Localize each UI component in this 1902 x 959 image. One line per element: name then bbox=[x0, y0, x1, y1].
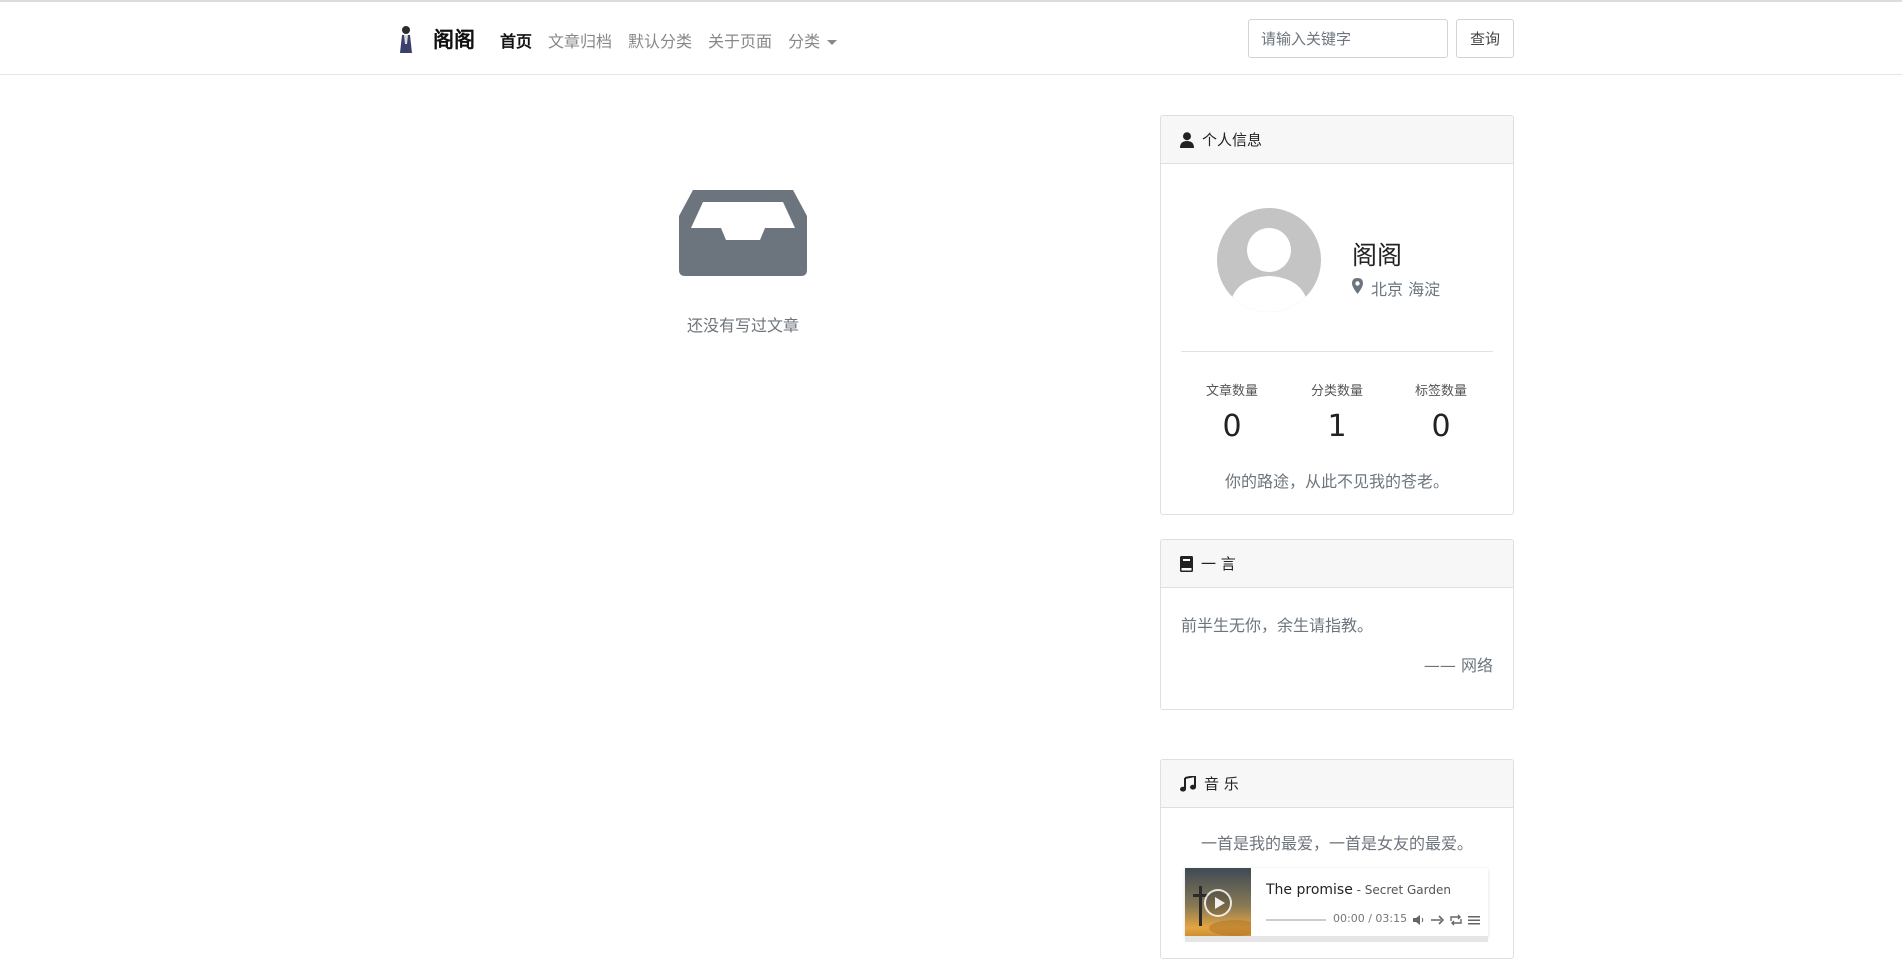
music-card-header: 音 乐 bbox=[1161, 760, 1513, 808]
playlist-icon[interactable] bbox=[1468, 914, 1480, 926]
user-icon bbox=[1180, 131, 1194, 148]
search-button[interactable]: 查询 bbox=[1456, 19, 1514, 58]
song-title: The promise bbox=[1266, 882, 1353, 898]
nav-item-home[interactable]: 首页 bbox=[500, 28, 532, 52]
album-cover bbox=[1185, 868, 1251, 938]
music-note-icon bbox=[1180, 775, 1196, 792]
stat-value: 0 bbox=[1431, 409, 1451, 444]
nav-item-categories-dropdown[interactable]: 分类 bbox=[788, 28, 838, 52]
profile-divider bbox=[1181, 351, 1493, 352]
empty-posts: 还没有写过文章 bbox=[630, 190, 856, 336]
player-playlist-edge bbox=[1185, 936, 1488, 942]
main-nav: 首页 文章归档 默认分类 关于页面 分类 bbox=[500, 28, 853, 52]
profile-card-header: 个人信息 bbox=[1161, 116, 1513, 164]
nav-item-about[interactable]: 关于页面 bbox=[708, 28, 772, 52]
nav-item-default-category[interactable]: 默认分类 bbox=[628, 28, 692, 52]
profile-motto: 你的路途，从此不见我的苍老。 bbox=[1224, 472, 1449, 491]
play-button[interactable] bbox=[1204, 889, 1232, 917]
music-player: The promise - Secret Garden 00:00 / 03:1… bbox=[1185, 868, 1488, 942]
avatar bbox=[1217, 208, 1321, 312]
quote-card-title: 一 言 bbox=[1201, 555, 1236, 573]
quote-text: 前半生无你，余生请指教。 bbox=[1181, 616, 1374, 635]
song-info: The promise - Secret Garden bbox=[1266, 882, 1451, 898]
volume-icon[interactable] bbox=[1413, 914, 1425, 926]
search-input[interactable] bbox=[1248, 19, 1448, 58]
stat-tags: 标签数量 0 bbox=[1389, 380, 1493, 444]
song-artist: - Secret Garden bbox=[1352, 883, 1451, 897]
brand[interactable]: 阁阁 bbox=[395, 24, 475, 54]
music-description: 一首是我的最爱，一首是女友的最爱。 bbox=[1200, 834, 1473, 853]
book-icon bbox=[1180, 555, 1193, 572]
brand-logo bbox=[395, 24, 417, 54]
quote-source: —— 网络 bbox=[1423, 656, 1493, 675]
nav-item-categories-label: 分类 bbox=[788, 32, 821, 51]
time-display: 00:00 / 03:15 bbox=[1333, 912, 1408, 925]
brand-name: 阁阁 bbox=[433, 28, 475, 52]
stat-label: 文章数量 bbox=[1205, 384, 1258, 399]
empty-message: 还没有写过文章 bbox=[686, 316, 799, 335]
navbar: 阁阁 首页 文章归档 默认分类 关于页面 分类 查询 bbox=[0, 2, 1902, 75]
profile-card-title: 个人信息 bbox=[1202, 131, 1263, 149]
music-card: 音 乐 一首是我的最爱，一首是女友的最爱。 The promise - Secr… bbox=[1160, 759, 1514, 959]
stat-categories: 分类数量 1 bbox=[1285, 380, 1389, 444]
stat-value: 1 bbox=[1327, 409, 1347, 444]
profile-location-text: 北京 海淀 bbox=[1371, 280, 1441, 299]
stat-label: 分类数量 bbox=[1310, 384, 1363, 399]
order-icon[interactable] bbox=[1431, 914, 1444, 926]
nav-item-archive[interactable]: 文章归档 bbox=[548, 28, 612, 52]
music-card-title: 音 乐 bbox=[1204, 775, 1239, 793]
map-marker-icon bbox=[1352, 278, 1363, 298]
stat-posts: 文章数量 0 bbox=[1180, 380, 1284, 444]
progress-bar[interactable] bbox=[1266, 919, 1326, 921]
caret-down-icon bbox=[827, 40, 838, 45]
loop-icon[interactable] bbox=[1450, 914, 1462, 926]
inbox-icon bbox=[679, 190, 807, 276]
stat-value: 0 bbox=[1222, 409, 1242, 444]
profile-location: 北京 海淀 bbox=[1352, 276, 1440, 300]
quote-card: 一 言 前半生无你，余生请指教。 —— 网络 bbox=[1160, 539, 1514, 710]
profile-card: 个人信息 阁阁 北京 海淀 文章数量 0 分类数量 1 标签数量 0 你的路途，… bbox=[1160, 115, 1514, 515]
profile-name: 阁阁 bbox=[1352, 241, 1403, 270]
stat-label: 标签数量 bbox=[1414, 384, 1467, 399]
quote-card-header: 一 言 bbox=[1161, 540, 1513, 588]
